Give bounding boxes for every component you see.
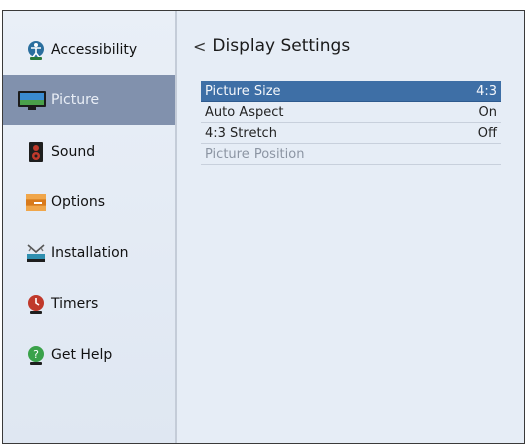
back-chevron-icon[interactable]: < <box>193 37 206 56</box>
menu-row-value: Off <box>477 125 497 141</box>
menu-row-label: 4:3 Stretch <box>205 125 277 141</box>
sidebar-item-label: Accessibility <box>51 42 138 58</box>
menu-row-value: On <box>478 104 497 120</box>
menu-row-label: Auto Aspect <box>205 104 284 120</box>
tv-settings-window: Accessibility Picture Sound Options Inst <box>2 10 525 444</box>
page-title: < Display Settings <box>193 36 350 56</box>
settings-menu: Picture Size 4:3 Auto Aspect On 4:3 Stre… <box>201 81 501 165</box>
sidebar-item-label: Picture <box>51 92 100 108</box>
tv-picture-icon <box>17 89 47 111</box>
accessibility-icon <box>25 39 47 61</box>
menu-row-4-3-stretch[interactable]: 4:3 Stretch Off <box>201 123 501 144</box>
sidebar-item-picture[interactable]: Picture <box>3 75 175 125</box>
svg-text:?: ? <box>33 348 39 361</box>
sidebar-item-get-help[interactable]: ? Get Help <box>3 330 175 380</box>
menu-row-label: Picture Position <box>205 146 305 162</box>
speaker-icon <box>25 141 47 163</box>
menu-row-picture-size[interactable]: Picture Size 4:3 <box>201 81 501 102</box>
installation-antenna-icon <box>25 242 47 264</box>
timer-icon <box>25 293 47 315</box>
sidebar: Accessibility Picture Sound Options Inst <box>3 11 177 443</box>
sidebar-item-label: Get Help <box>51 347 113 363</box>
menu-row-picture-position: Picture Position <box>201 144 501 165</box>
sidebar-item-sound[interactable]: Sound <box>3 127 175 177</box>
help-icon: ? <box>25 344 47 366</box>
sidebar-item-timers[interactable]: Timers <box>3 279 175 329</box>
page-title-text: Display Settings <box>212 36 351 56</box>
sidebar-item-label: Timers <box>51 296 99 312</box>
menu-row-value: 4:3 <box>476 83 497 99</box>
main-panel: < Display Settings Picture Size 4:3 Auto… <box>177 11 524 443</box>
menu-row-auto-aspect[interactable]: Auto Aspect On <box>201 102 501 123</box>
menu-row-label: Picture Size <box>205 83 281 99</box>
sidebar-item-label: Sound <box>51 144 96 160</box>
options-drawer-icon <box>25 191 47 213</box>
sidebar-item-accessibility[interactable]: Accessibility <box>3 25 175 75</box>
sidebar-item-options[interactable]: Options <box>3 177 175 227</box>
sidebar-item-installation[interactable]: Installation <box>3 228 175 278</box>
sidebar-item-label: Installation <box>51 245 129 261</box>
sidebar-item-label: Options <box>51 194 106 210</box>
